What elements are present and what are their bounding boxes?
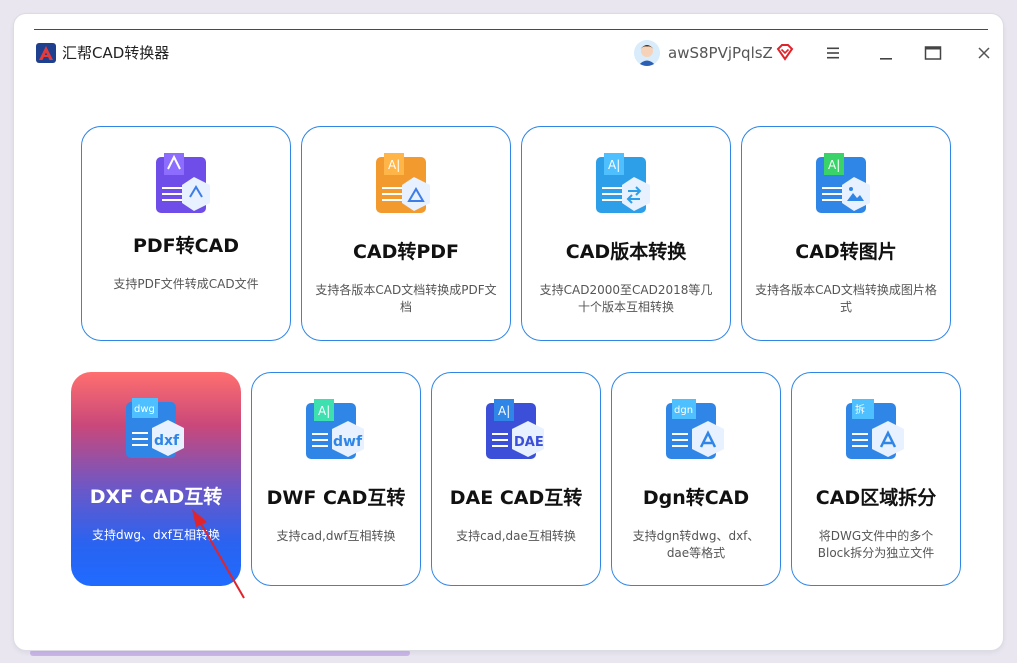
tool-description: 支持dwg、dxf互相转换 xyxy=(92,528,220,542)
svg-text:A|: A| xyxy=(608,158,620,172)
maximize-icon[interactable] xyxy=(921,41,945,65)
tool-description: 支持各版本CAD文档转换成图片格式 xyxy=(755,283,937,314)
hamburger-menu-icon[interactable] xyxy=(821,41,845,65)
cad-to-image-icon: A| xyxy=(816,153,870,213)
svg-text:dwf: dwf xyxy=(333,434,363,450)
svg-text:A|: A| xyxy=(388,158,400,172)
tool-description: 支持PDF文件转成CAD文件 xyxy=(113,277,259,291)
title-bar: 汇帮CAD转换器 awS8PVjPqlsZ xyxy=(14,36,1003,70)
cad-version-convert-icon: A| xyxy=(596,153,650,213)
app-logo-icon xyxy=(36,43,56,63)
tool-description: 支持dgn转dwg、dxf、dae等格式 xyxy=(632,529,760,560)
svg-text:A|: A| xyxy=(318,404,330,418)
tool-title: DXF CAD互转 xyxy=(89,486,223,508)
tool-title: PDF转CAD xyxy=(132,235,240,257)
tool-title: DAE CAD互转 xyxy=(449,487,583,509)
tool-description: 支持各版本CAD文档转换成PDF文档 xyxy=(315,283,497,314)
tool-description: 将DWG文件中的多个Block拆分为独立文件 xyxy=(817,529,935,560)
minimize-icon[interactable] xyxy=(874,41,898,65)
tool-title: CAD区域拆分 xyxy=(815,487,937,509)
svg-text:A|: A| xyxy=(498,404,510,418)
cad-split-icon: 拆 xyxy=(846,399,904,459)
pdf-to-cad-icon xyxy=(156,153,210,213)
avatar-icon xyxy=(634,40,660,66)
tool-card-dgn-to-cad[interactable]: dgn Dgn转CAD 支持dgn转dwg、dxf、dae等格式 xyxy=(611,372,781,586)
tool-title: CAD版本转换 xyxy=(565,241,687,263)
dae-convert-icon: A| DAE xyxy=(486,399,544,459)
tool-title: DWF CAD互转 xyxy=(266,487,406,509)
vip-diamond-icon[interactable] xyxy=(776,43,794,61)
cad-to-pdf-icon: A| xyxy=(376,153,430,213)
tool-card-dwf-convert[interactable]: A| dwf DWF CAD互转 支持cad,dwf互相转换 xyxy=(251,372,421,586)
user-avatar[interactable] xyxy=(634,40,660,66)
tool-title: CAD转图片 xyxy=(795,241,897,263)
app-title: 汇帮CAD转换器 xyxy=(62,44,170,62)
svg-text:DAE: DAE xyxy=(514,435,544,450)
close-icon[interactable] xyxy=(972,41,996,65)
tool-description: 支持cad,dae互相转换 xyxy=(456,529,576,543)
tool-card-cad-to-image[interactable]: A| CAD转图片 支持各版本CAD文档转换成图片格式 xyxy=(741,126,951,341)
tool-card-dxf-convert[interactable]: dwg dxf DXF CAD互转 支持dwg、dxf互相转换 xyxy=(71,372,241,586)
tool-title: CAD转PDF xyxy=(352,241,460,263)
svg-text:dgn: dgn xyxy=(674,405,693,416)
dgn-to-cad-icon: dgn xyxy=(666,399,724,459)
svg-text:A|: A| xyxy=(828,158,840,172)
tool-card-cad-to-pdf[interactable]: A| CAD转PDF 支持各版本CAD文档转换成PDF文档 xyxy=(301,126,511,341)
svg-text:dxf: dxf xyxy=(154,433,180,449)
tool-card-pdf-to-cad[interactable]: PDF转CAD 支持PDF文件转成CAD文件 xyxy=(81,126,291,341)
app-window: 汇帮CAD转换器 awS8PVjPqlsZ PDF转CAD 支持PDF文件转成C… xyxy=(14,14,1003,650)
tool-description: 支持cad,dwf互相转换 xyxy=(276,529,396,543)
svg-text:dwg: dwg xyxy=(134,404,155,415)
dwf-convert-icon: A| dwf xyxy=(306,399,364,459)
tool-title: Dgn转CAD xyxy=(642,487,750,509)
tool-card-cad-version[interactable]: A| CAD版本转换 支持CAD2000至CAD2018等几十个版本互相转换 xyxy=(521,126,731,341)
tool-card-cad-split[interactable]: 拆 CAD区域拆分 将DWG文件中的多个Block拆分为独立文件 xyxy=(791,372,961,586)
background-taskbar-strip xyxy=(30,650,410,656)
tool-description: 支持CAD2000至CAD2018等几十个版本互相转换 xyxy=(539,283,713,314)
svg-text:拆: 拆 xyxy=(855,403,865,416)
tool-card-dae-convert[interactable]: A| DAE DAE CAD互转 支持cad,dae互相转换 xyxy=(431,372,601,586)
dxf-convert-icon: dwg dxf xyxy=(126,398,184,458)
username-label[interactable]: awS8PVjPqlsZ xyxy=(668,43,773,63)
top-divider xyxy=(34,29,988,30)
